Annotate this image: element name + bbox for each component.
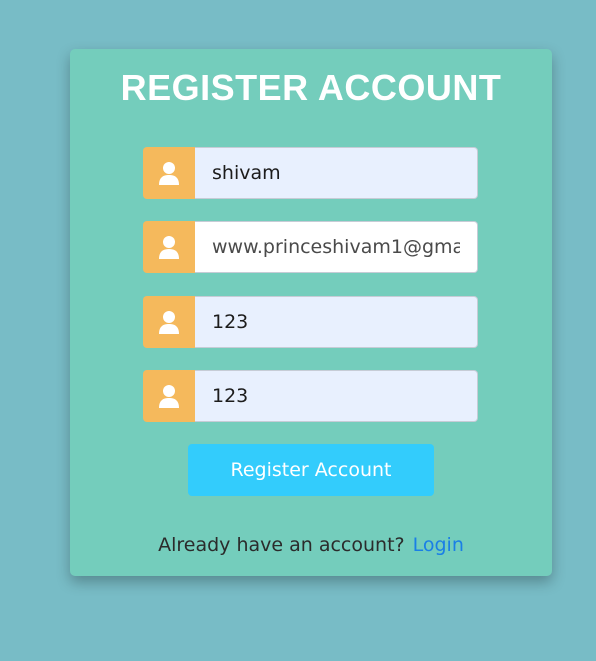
confirm-password-input[interactable] — [195, 370, 478, 422]
login-prompt: Already have an account? Login — [70, 534, 552, 556]
page-title: REGISTER ACCOUNT — [120, 67, 502, 108]
user-icon — [143, 221, 195, 273]
password-field-group — [143, 296, 478, 348]
user-icon — [143, 147, 195, 199]
password-input[interactable] — [195, 296, 478, 348]
login-prompt-text: Already have an account? — [158, 534, 405, 556]
user-icon — [143, 370, 195, 422]
user-icon — [143, 296, 195, 348]
register-card: REGISTER ACCOUNT shivam www.princeshivam… — [70, 49, 552, 576]
username-field-group — [143, 147, 478, 199]
login-link[interactable]: Login — [413, 534, 464, 556]
email-field-group — [143, 221, 478, 273]
email-input[interactable] — [195, 221, 478, 273]
username-input[interactable] — [195, 147, 478, 199]
register-account-button[interactable]: Register Account — [188, 444, 434, 496]
confirm-password-field-group — [143, 370, 478, 422]
